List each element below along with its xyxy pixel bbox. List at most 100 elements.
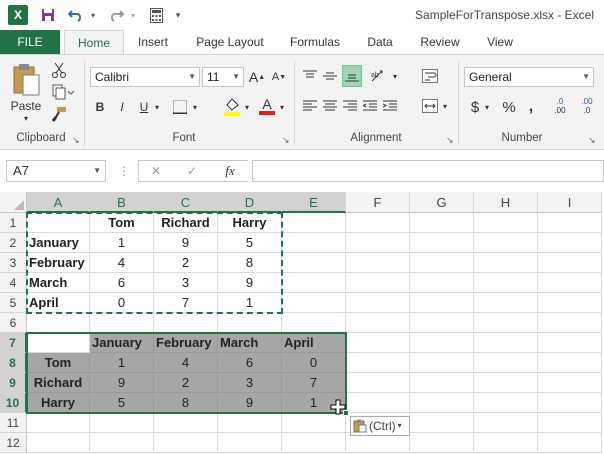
cell-f7[interactable] [346,333,410,353]
customize-toolbar-icon[interactable]: ▾ [172,6,184,24]
undo-dropdown-icon[interactable]: ▾ [88,6,98,24]
paste-options-button[interactable]: (Ctrl) ▾ [350,416,410,436]
cell-h8[interactable] [474,353,538,373]
increase-indent-icon[interactable] [382,97,398,115]
wrap-text-icon[interactable] [420,67,440,85]
cell-a10[interactable]: Harry [27,393,90,413]
cell-d3[interactable]: 8 [218,253,282,273]
cell-a1[interactable] [27,213,90,233]
cell-h4[interactable] [474,273,538,293]
align-center-icon[interactable] [322,97,338,115]
cell-b6[interactable] [90,313,154,333]
column-header[interactable]: F [346,192,410,213]
cell-e1[interactable] [282,213,346,233]
paste-icon[interactable] [8,61,44,99]
cell-e11[interactable] [282,413,346,433]
comma-button[interactable]: , [524,97,538,117]
fill-color-dropdown-icon[interactable]: ▾ [242,97,252,117]
align-left-icon[interactable] [302,97,318,115]
cell-g11[interactable] [410,413,474,433]
font-color-dropdown-icon[interactable]: ▾ [277,97,287,117]
insert-function-icon[interactable]: fx [219,162,241,180]
copy-icon[interactable] [50,83,76,101]
underline-dropdown-icon[interactable]: ▾ [152,97,162,117]
cell-d11[interactable] [218,413,282,433]
row-header[interactable]: 2 [0,233,27,253]
cell-g3[interactable] [410,253,474,273]
cell-b2[interactable]: 1 [90,233,154,253]
middle-align-icon[interactable] [322,67,338,85]
cell-e6[interactable] [282,313,346,333]
merge-center-icon[interactable] [420,97,440,115]
cell-b10[interactable]: 5 [90,393,154,413]
orientation-icon[interactable]: ab [368,67,390,85]
cell-d1[interactable]: Harry [218,213,282,233]
cell-c9[interactable]: 2 [154,373,218,393]
cell-c7[interactable]: February [154,333,218,353]
cell-e5[interactable] [282,293,346,313]
cell-d4[interactable]: 9 [218,273,282,293]
tab-home[interactable]: Home [64,30,124,55]
cell-b7[interactable]: January [90,333,154,353]
cell-g7[interactable] [410,333,474,353]
bottom-align-icon[interactable] [342,65,362,87]
cell-b1[interactable]: Tom [90,213,154,233]
cell-f5[interactable] [346,293,410,313]
currency-dropdown-icon[interactable]: ▾ [482,97,492,117]
cell-f8[interactable] [346,353,410,373]
font-size-combo[interactable]: 11 ▼ [202,67,244,87]
cell-e9[interactable]: 7 [282,373,346,393]
cell-i8[interactable] [538,353,602,373]
row-header[interactable]: 12 [0,433,27,453]
cell-i9[interactable] [538,373,602,393]
cell-b8[interactable]: 1 [90,353,154,373]
row-header[interactable]: 11 [0,413,27,433]
cell-i12[interactable] [538,433,602,453]
tab-view[interactable]: View [480,30,520,54]
italic-button[interactable]: I [114,97,130,117]
cell-d2[interactable]: 5 [218,233,282,253]
row-header[interactable]: 10 [0,393,27,413]
cell-e4[interactable] [282,273,346,293]
fill-color-icon[interactable] [222,95,242,117]
cell-b4[interactable]: 6 [90,273,154,293]
column-header[interactable]: I [538,192,602,213]
decrease-indent-icon[interactable] [362,97,378,115]
currency-button[interactable]: $ [468,97,482,117]
grow-font-button[interactable]: A ▲ [248,67,266,87]
borders-icon[interactable] [170,97,190,117]
cell-i4[interactable] [538,273,602,293]
calculator-icon[interactable] [146,6,166,24]
redo-dropdown-icon[interactable]: ▾ [128,6,138,24]
cell-f4[interactable] [346,273,410,293]
cell-f9[interactable] [346,373,410,393]
cell-c8[interactable]: 4 [154,353,218,373]
formula-input[interactable] [252,160,604,182]
tab-formulas[interactable]: Formulas [284,30,346,54]
cell-f6[interactable] [346,313,410,333]
cell-e2[interactable] [282,233,346,253]
underline-button[interactable]: U [136,97,152,117]
cell-i7[interactable] [538,333,602,353]
cell-g9[interactable] [410,373,474,393]
paste-button[interactable]: Paste [8,99,44,113]
cell-a5[interactable]: April [27,293,90,313]
cell-h12[interactable] [474,433,538,453]
percent-button[interactable]: % [500,97,518,117]
cell-a12[interactable] [27,433,90,453]
cell-h3[interactable] [474,253,538,273]
shrink-font-button[interactable]: A ▼ [270,67,288,87]
row-header[interactable]: 4 [0,273,27,293]
cell-g1[interactable] [410,213,474,233]
cell-d12[interactable] [218,433,282,453]
cell-e12[interactable] [282,433,346,453]
cell-a2[interactable]: January [27,233,90,253]
cancel-icon[interactable]: ✕ [147,162,165,180]
cell-i10[interactable] [538,393,602,413]
cell-a4[interactable]: March [27,273,90,293]
column-header[interactable]: D [218,192,282,213]
redo-icon[interactable] [106,6,126,24]
cell-f12[interactable] [346,433,410,453]
cell-f2[interactable] [346,233,410,253]
merge-dropdown-icon[interactable]: ▾ [440,97,450,115]
